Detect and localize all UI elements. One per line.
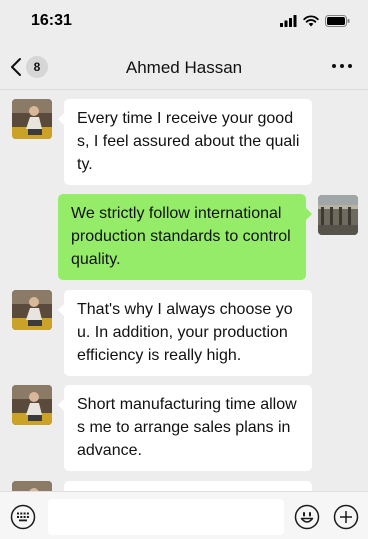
contact-avatar[interactable] [12,290,52,330]
message-bubble-incoming[interactable]: That's why I always choose you. In addit… [58,290,312,376]
signal-icon [280,15,297,27]
message-bubble-incoming[interactable]: Short manufacturing time allows me to ar… [58,385,312,471]
keyboard-button[interactable] [10,504,36,530]
emoji-icon [294,504,320,530]
contact-avatar[interactable] [12,385,52,425]
status-bar: 16:31 [0,0,368,44]
wifi-icon [303,15,319,27]
emoji-button[interactable] [294,504,320,530]
more-actions-button[interactable] [333,504,359,530]
my-avatar[interactable] [318,195,358,235]
message-bubble-outgoing[interactable]: We strictly follow international product… [58,194,312,280]
more-dots-icon [332,64,352,68]
message-bubble-incoming[interactable] [64,481,312,491]
more-button[interactable] [330,59,354,73]
message-list[interactable]: Every time I receive your goods, I feel … [0,91,368,491]
status-icons [280,14,350,28]
composer-bar [0,491,368,539]
battery-icon [325,15,350,27]
message-input[interactable] [48,499,284,535]
keyboard-icon [10,504,36,530]
contact-avatar[interactable] [12,99,52,139]
chat-header: 8 Ahmed Hassan [0,44,368,90]
chat-title: Ahmed Hassan [125,58,243,77]
contact-avatar[interactable] [12,481,52,491]
plus-icon [333,504,359,530]
message-bubble-incoming[interactable]: Every time I receive your goods, I feel … [58,99,312,185]
status-time: 16:31 [31,12,72,29]
